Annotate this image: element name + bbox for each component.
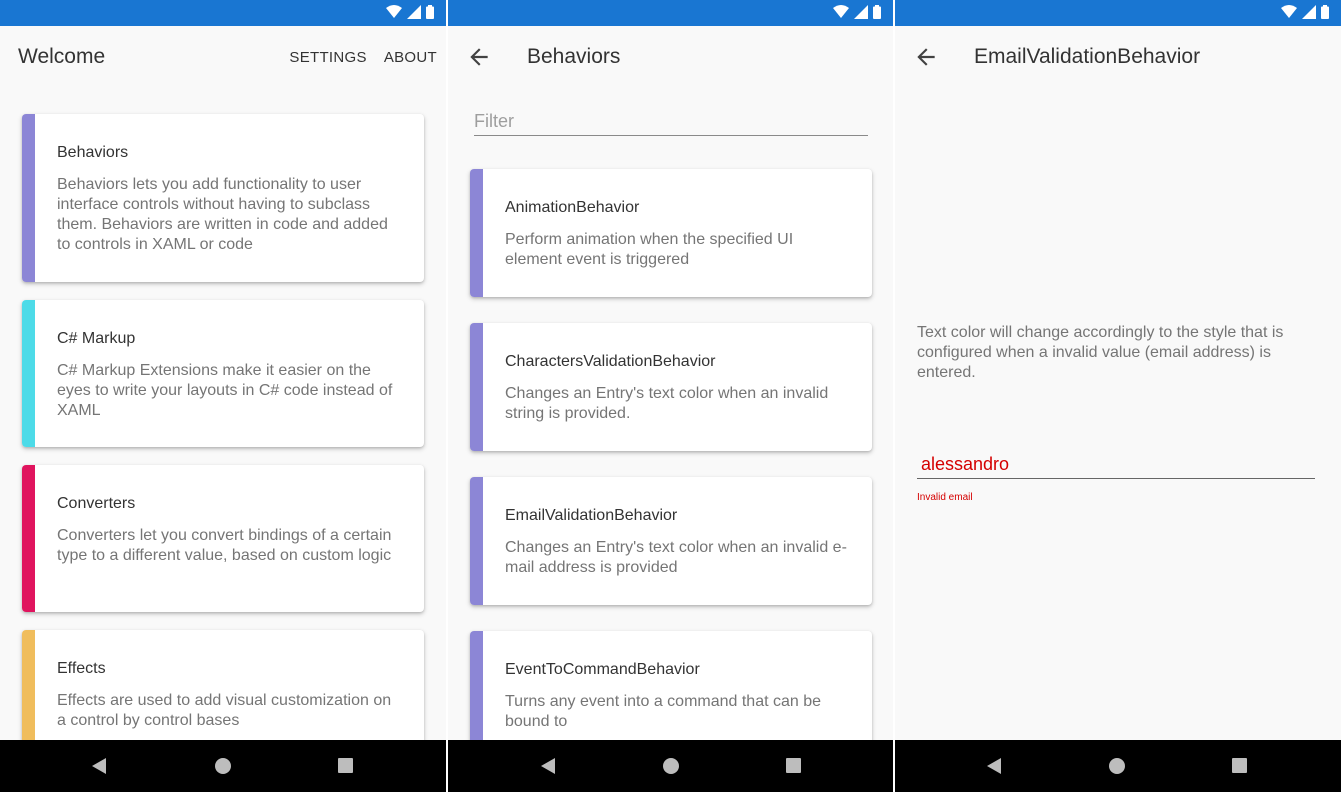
about-button[interactable]: ABOUT [384, 49, 437, 66]
card-characters-validation-behavior[interactable]: CharactersValidationBehavior Changes an … [470, 323, 872, 451]
nav-home-icon[interactable] [215, 758, 231, 774]
filter-input[interactable] [474, 108, 868, 134]
card-description: C# Markup Extensions make it easier on t… [57, 362, 393, 419]
card-title: Behaviors [57, 144, 129, 161]
card-animation-behavior[interactable]: AnimationBehavior Perform animation when… [470, 169, 872, 297]
card-description: Converters let you convert bindings of a… [57, 527, 392, 564]
nav-back-icon[interactable] [90, 757, 108, 775]
card-title: Effects [57, 660, 106, 677]
behaviors-screen: Behaviors AnimationBehavior Perform anim… [446, 0, 893, 792]
page-title: EmailValidationBehavior [974, 45, 1201, 68]
card-csharp-markup[interactable]: C# Markup C# Markup Extensions make it e… [22, 300, 424, 447]
card-description: Effects are used to add visual customiza… [57, 692, 392, 729]
status-icons [1281, 5, 1329, 19]
card-description: Changes an Entry's text color when an in… [505, 539, 847, 576]
app-bar: Welcome SETTINGS ABOUT [0, 26, 446, 88]
app-bar: EmailValidationBehavior [895, 26, 1341, 88]
signal-icon [1302, 5, 1316, 19]
screens: Welcome SETTINGS ABOUT Behaviors Behavio… [0, 0, 1341, 792]
card-stripe [470, 477, 483, 605]
card-stripe [22, 465, 35, 612]
card-behaviors[interactable]: Behaviors Behaviors lets you add functio… [22, 114, 424, 282]
nav-recent-icon[interactable] [338, 758, 353, 773]
behavior-description: Text color will change accordingly to th… [917, 324, 1284, 381]
card-stripe [470, 323, 483, 451]
nav-recent-icon[interactable] [786, 758, 801, 773]
page-title: Welcome [18, 45, 106, 68]
status-bar [895, 0, 1341, 26]
card-converters[interactable]: Converters Converters let you convert bi… [22, 465, 424, 612]
card-title: EventToCommandBehavior [505, 661, 700, 678]
email-entry-field[interactable] [917, 451, 1315, 479]
nav-back-icon[interactable] [985, 757, 1003, 775]
battery-icon [426, 5, 434, 19]
navigation-bar [0, 740, 446, 792]
status-bar [0, 0, 446, 26]
battery-icon [873, 5, 881, 19]
wifi-icon [833, 5, 849, 18]
status-bar [448, 0, 893, 26]
toolbar-actions: SETTINGS ABOUT [289, 26, 437, 88]
signal-icon [854, 5, 868, 19]
card-title: EmailValidationBehavior [505, 507, 678, 524]
card-description: Turns any event into a command that can … [505, 693, 822, 730]
card-description: Changes an Entry's text color when an in… [505, 385, 829, 422]
nav-home-icon[interactable] [1109, 758, 1125, 774]
page-title: Behaviors [527, 45, 621, 68]
nav-recent-icon[interactable] [1232, 758, 1247, 773]
status-icons [833, 5, 881, 19]
nav-home-icon[interactable] [663, 758, 679, 774]
card-stripe [470, 169, 483, 297]
app-bar: Behaviors [448, 26, 893, 88]
card-email-validation-behavior[interactable]: EmailValidationBehavior Changes an Entry… [470, 477, 872, 605]
card-title: C# Markup [57, 330, 136, 347]
card-title: Converters [57, 495, 136, 512]
email-input[interactable] [917, 451, 1315, 477]
card-title: AnimationBehavior [505, 199, 640, 216]
card-stripe [22, 114, 35, 282]
wifi-icon [386, 5, 402, 18]
wifi-icon [1281, 5, 1297, 18]
navigation-bar [448, 740, 893, 792]
card-description: Perform animation when the specified UI … [505, 231, 794, 268]
email-validation-screen: EmailValidationBehavior Text color will … [893, 0, 1341, 792]
card-stripe [22, 300, 35, 447]
card-description: Behaviors lets you add functionality to … [57, 176, 388, 253]
navigation-bar [895, 740, 1341, 792]
welcome-screen: Welcome SETTINGS ABOUT Behaviors Behavio… [0, 0, 446, 792]
settings-button[interactable]: SETTINGS [289, 49, 366, 66]
filter-field[interactable] [474, 108, 868, 136]
nav-back-icon[interactable] [539, 757, 557, 775]
arrow-left-icon[interactable] [913, 44, 939, 70]
card-title: CharactersValidationBehavior [505, 353, 716, 370]
arrow-left-icon[interactable] [466, 44, 492, 70]
status-icons [386, 5, 434, 19]
battery-icon [1321, 5, 1329, 19]
validation-error-text: Invalid email [917, 492, 973, 503]
signal-icon [407, 5, 421, 19]
